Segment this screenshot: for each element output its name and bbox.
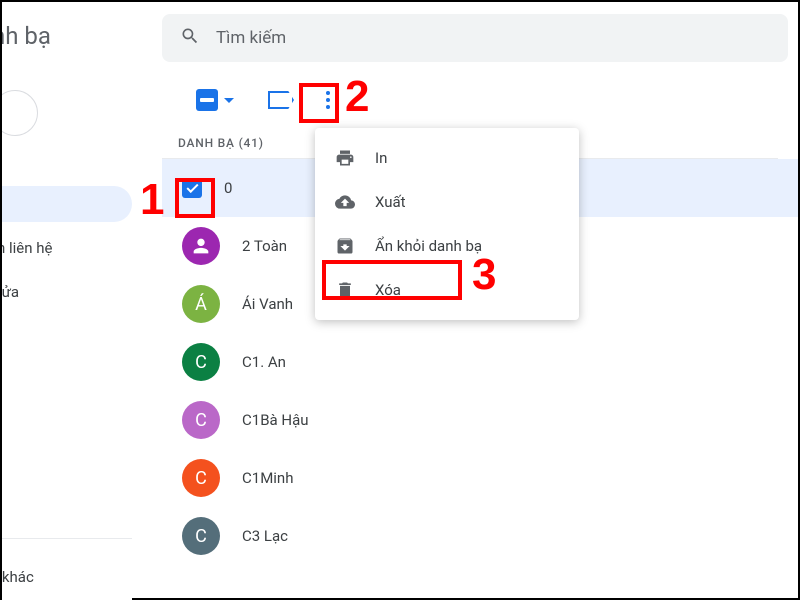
contact-checkbox[interactable] bbox=[182, 178, 202, 198]
contact-name: Ái Vanh bbox=[242, 295, 293, 313]
menu-item-hide[interactable]: Ẩn khỏi danh bạ bbox=[315, 224, 579, 268]
search-bar[interactable]: Tìm kiếm bbox=[162, 14, 788, 62]
contact-row[interactable]: C C1Minh bbox=[162, 449, 798, 507]
contact-name: C3 Lạc bbox=[242, 527, 288, 545]
sidebar-item-other[interactable]: hệ khác bbox=[2, 559, 132, 595]
contact-name: 2 Toàn bbox=[242, 237, 287, 255]
contact-name: C1. An bbox=[242, 353, 286, 371]
search-icon bbox=[180, 26, 200, 51]
create-contact-button[interactable] bbox=[2, 90, 38, 136]
contact-row[interactable]: C C1. An bbox=[162, 333, 798, 391]
sidebar-item-label: yên liên hệ bbox=[2, 239, 52, 257]
contact-name: C1Bà Hậu bbox=[242, 411, 309, 429]
manage-labels-button[interactable] bbox=[268, 91, 294, 109]
print-icon bbox=[335, 148, 355, 168]
menu-item-label: Xóa bbox=[375, 281, 401, 299]
contact-row[interactable]: C C1Bà Hậu bbox=[162, 391, 798, 449]
menu-item-label: Ẩn khỏi danh bạ bbox=[375, 237, 482, 255]
more-vert-icon bbox=[326, 91, 330, 109]
sidebar-item-often[interactable]: yên liên hệ bbox=[2, 230, 132, 266]
menu-item-label: In bbox=[375, 149, 387, 167]
sidebar-item-fix[interactable]: à sửa bbox=[2, 274, 132, 310]
sidebar-item-contacts[interactable] bbox=[2, 186, 132, 222]
chevron-down-icon[interactable] bbox=[224, 98, 234, 103]
search-placeholder: Tìm kiếm bbox=[216, 28, 286, 48]
more-actions-button[interactable] bbox=[308, 80, 348, 120]
contact-avatar: Á bbox=[182, 285, 220, 323]
sidebar-item-label: hệ khác bbox=[2, 568, 34, 586]
contact-avatar bbox=[182, 227, 220, 265]
trash-icon bbox=[335, 280, 355, 300]
contact-name: 0 bbox=[224, 179, 232, 197]
sidebar-item-label: à sửa bbox=[2, 283, 19, 301]
contact-avatar: C bbox=[182, 401, 220, 439]
menu-item-label: Xuất bbox=[375, 193, 406, 211]
cloud-upload-icon bbox=[335, 192, 355, 212]
contact-avatar: C bbox=[182, 517, 220, 555]
selection-toolbar bbox=[162, 62, 798, 130]
archive-icon bbox=[335, 236, 355, 256]
menu-item-delete[interactable]: Xóa bbox=[315, 268, 579, 312]
select-all-indeterminate[interactable] bbox=[196, 89, 234, 111]
annotation-number-1: 1 bbox=[140, 175, 164, 225]
menu-item-export[interactable]: Xuất bbox=[315, 180, 579, 224]
sidebar: nh bạ yên liên hệ à sửa hệ khác bbox=[2, 2, 132, 602]
app-title: nh bạ bbox=[2, 22, 132, 50]
sidebar-divider bbox=[2, 538, 132, 539]
menu-item-print[interactable]: In bbox=[315, 136, 579, 180]
more-actions-menu: In Xuất Ẩn khỏi danh bạ Xóa bbox=[315, 128, 579, 320]
contact-avatar: C bbox=[182, 459, 220, 497]
contact-name: C1Minh bbox=[242, 469, 293, 487]
contact-avatar: C bbox=[182, 343, 220, 381]
contact-row[interactable]: C C3 Lạc bbox=[162, 507, 798, 565]
